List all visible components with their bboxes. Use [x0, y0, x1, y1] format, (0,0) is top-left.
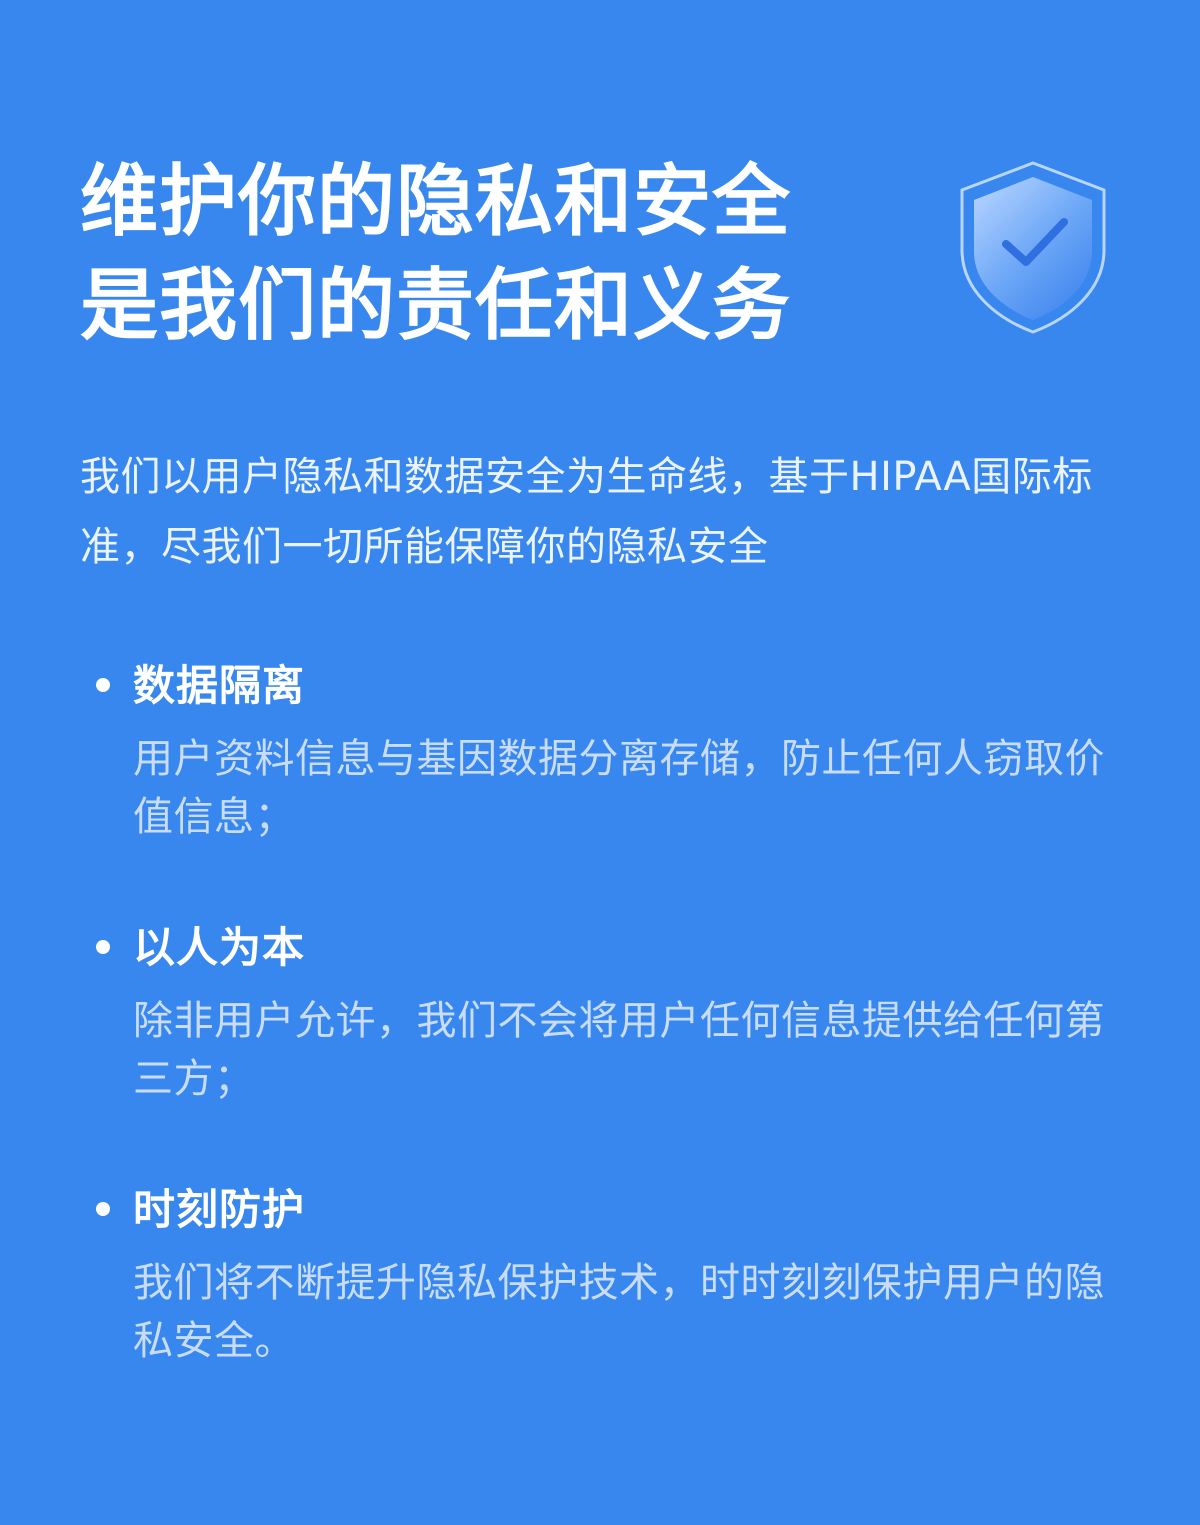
feature-title: 数据隔离: [133, 661, 306, 710]
feature-item-people-first: 以人为本 除非用户允许，我们不会将用户任何信息提供给任何第三方；: [80, 918, 1140, 1102]
title-line-1: 维护你的隐私和安全: [80, 157, 792, 247]
title-line-2: 是我们的责任和义务: [80, 261, 792, 351]
page-title: 维护你的隐私和安全 是我们的责任和义务: [80, 150, 900, 358]
feature-item-constant-protection: 时刻防护 我们将不断提升隐私保护技术，时时刻刻保护用户的隐私安全。: [80, 1180, 1140, 1364]
feature-description: 我们将不断提升隐私保护技术，时时刻刻保护用户的隐私安全。: [133, 1260, 1105, 1364]
feature-description: 除非用户允许，我们不会将用户任何信息提供给任何第三方；: [133, 998, 1105, 1102]
feature-header: 时刻防护: [80, 1180, 1140, 1240]
bullet-dot: [96, 678, 110, 692]
bullet-dot: [96, 940, 110, 954]
feature-item-data-isolation: 数据隔离 用户资料信息与基因数据分离存储，防止任何人窃取价值信息；: [80, 656, 1140, 840]
feature-title: 时刻防护: [133, 1185, 306, 1234]
privacy-page: 维护你的隐私和安全 是我们的责任和义务 我们以用户隐私和数据安全为生命线，基于H…: [0, 0, 1200, 1525]
feature-header: 数据隔离: [80, 656, 1140, 716]
feature-header: 以人为本: [80, 918, 1140, 978]
intro-paragraph: 我们以用户隐私和数据安全为生命线，基于HIPAA国际标准，尽我们一切所能保障你的…: [80, 454, 1093, 570]
bullet-dot: [96, 1202, 110, 1216]
shield-check-icon: [960, 161, 1106, 334]
feature-description: 用户资料信息与基因数据分离存储，防止任何人窃取价值信息；: [133, 736, 1105, 840]
feature-title: 以人为本: [133, 923, 306, 972]
